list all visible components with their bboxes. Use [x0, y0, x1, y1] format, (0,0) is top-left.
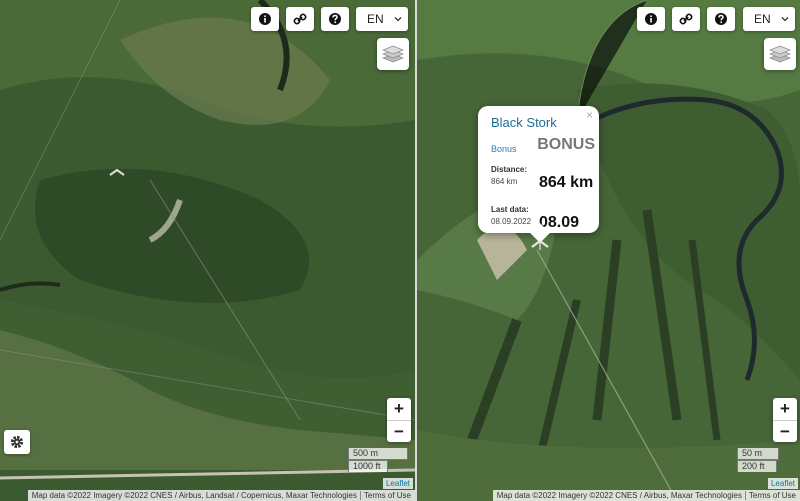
scale-bar: 50 m 200 ft [737, 448, 779, 472]
distance-label: Distance: [491, 165, 528, 174]
map-attribution: Leaflet Map data ©2022 Imagery ©2022 CNE… [27, 478, 415, 501]
help-button[interactable] [707, 7, 735, 31]
language-value: EN [754, 12, 771, 26]
terms-of-use-link[interactable]: Terms of Use [359, 491, 411, 500]
layers-icon [382, 45, 404, 63]
link-icon [293, 13, 307, 25]
info-button[interactable] [637, 7, 665, 31]
layers-icon [769, 45, 791, 63]
last-data-label: Last data: [491, 205, 529, 214]
scale-bar: 500 m 1000 ft [348, 448, 408, 472]
zoom-control: + − [773, 398, 797, 442]
scale-imperial: 200 ft [737, 460, 777, 472]
layers-button[interactable] [764, 38, 796, 70]
help-icon [329, 13, 341, 25]
zoom-control: + − [387, 398, 411, 442]
share-link-button[interactable] [286, 7, 314, 31]
bonus-label[interactable]: Bonus [491, 144, 517, 154]
info-icon [645, 13, 657, 25]
info-icon [259, 13, 271, 25]
leaflet-link[interactable]: Leaflet [767, 478, 798, 489]
scale-metric: 500 m [348, 448, 408, 460]
map-attribution: Leaflet Map data ©2022 Imagery ©2022 CNE… [492, 478, 800, 501]
language-value: EN [367, 12, 384, 26]
popup-close-button[interactable]: × [586, 108, 593, 122]
layers-button[interactable] [377, 38, 409, 70]
info-button[interactable] [251, 7, 279, 31]
satellite-imagery[interactable] [0, 0, 415, 501]
chevron-down-icon [394, 17, 402, 22]
share-link-button[interactable] [672, 7, 700, 31]
help-icon [715, 13, 727, 25]
zoom-in-button[interactable]: + [773, 398, 797, 420]
attribution-text: Map data ©2022 Imagery ©2022 CNES / Airb… [31, 491, 357, 500]
gear-icon [10, 435, 24, 449]
language-select[interactable]: EN [356, 7, 408, 31]
settings-button[interactable] [4, 430, 30, 454]
scale-metric: 50 m [737, 448, 779, 460]
chevron-down-icon [781, 17, 789, 22]
zoom-in-button[interactable]: + [387, 398, 411, 420]
zoom-out-button[interactable]: − [387, 420, 411, 442]
bird-marker-icon[interactable] [531, 238, 549, 252]
terms-of-use-link[interactable]: Terms of Use [744, 491, 796, 500]
map-right[interactable]: EN × Black Stork Bonus BONUS Distance: 8… [417, 0, 800, 501]
language-select[interactable]: EN [743, 7, 795, 31]
help-button[interactable] [321, 7, 349, 31]
tracker-popup: × Black Stork Bonus BONUS Distance: 864 … [478, 106, 599, 243]
attribution-text: Map data ©2022 Imagery ©2022 CNES / Airb… [496, 491, 742, 500]
distance-big: 864 km [539, 174, 594, 191]
bonus-badge: BONUS [537, 136, 595, 153]
zoom-out-button[interactable]: − [773, 420, 797, 442]
animal-name: Black Stork [491, 115, 557, 130]
scale-imperial: 1000 ft [348, 460, 388, 472]
leaflet-link[interactable]: Leaflet [382, 478, 413, 489]
satellite-imagery[interactable] [417, 0, 800, 501]
link-icon [679, 13, 693, 25]
map-left[interactable]: EN + − 500 m 1000 ft Leaflet Map data ©2… [0, 0, 415, 501]
